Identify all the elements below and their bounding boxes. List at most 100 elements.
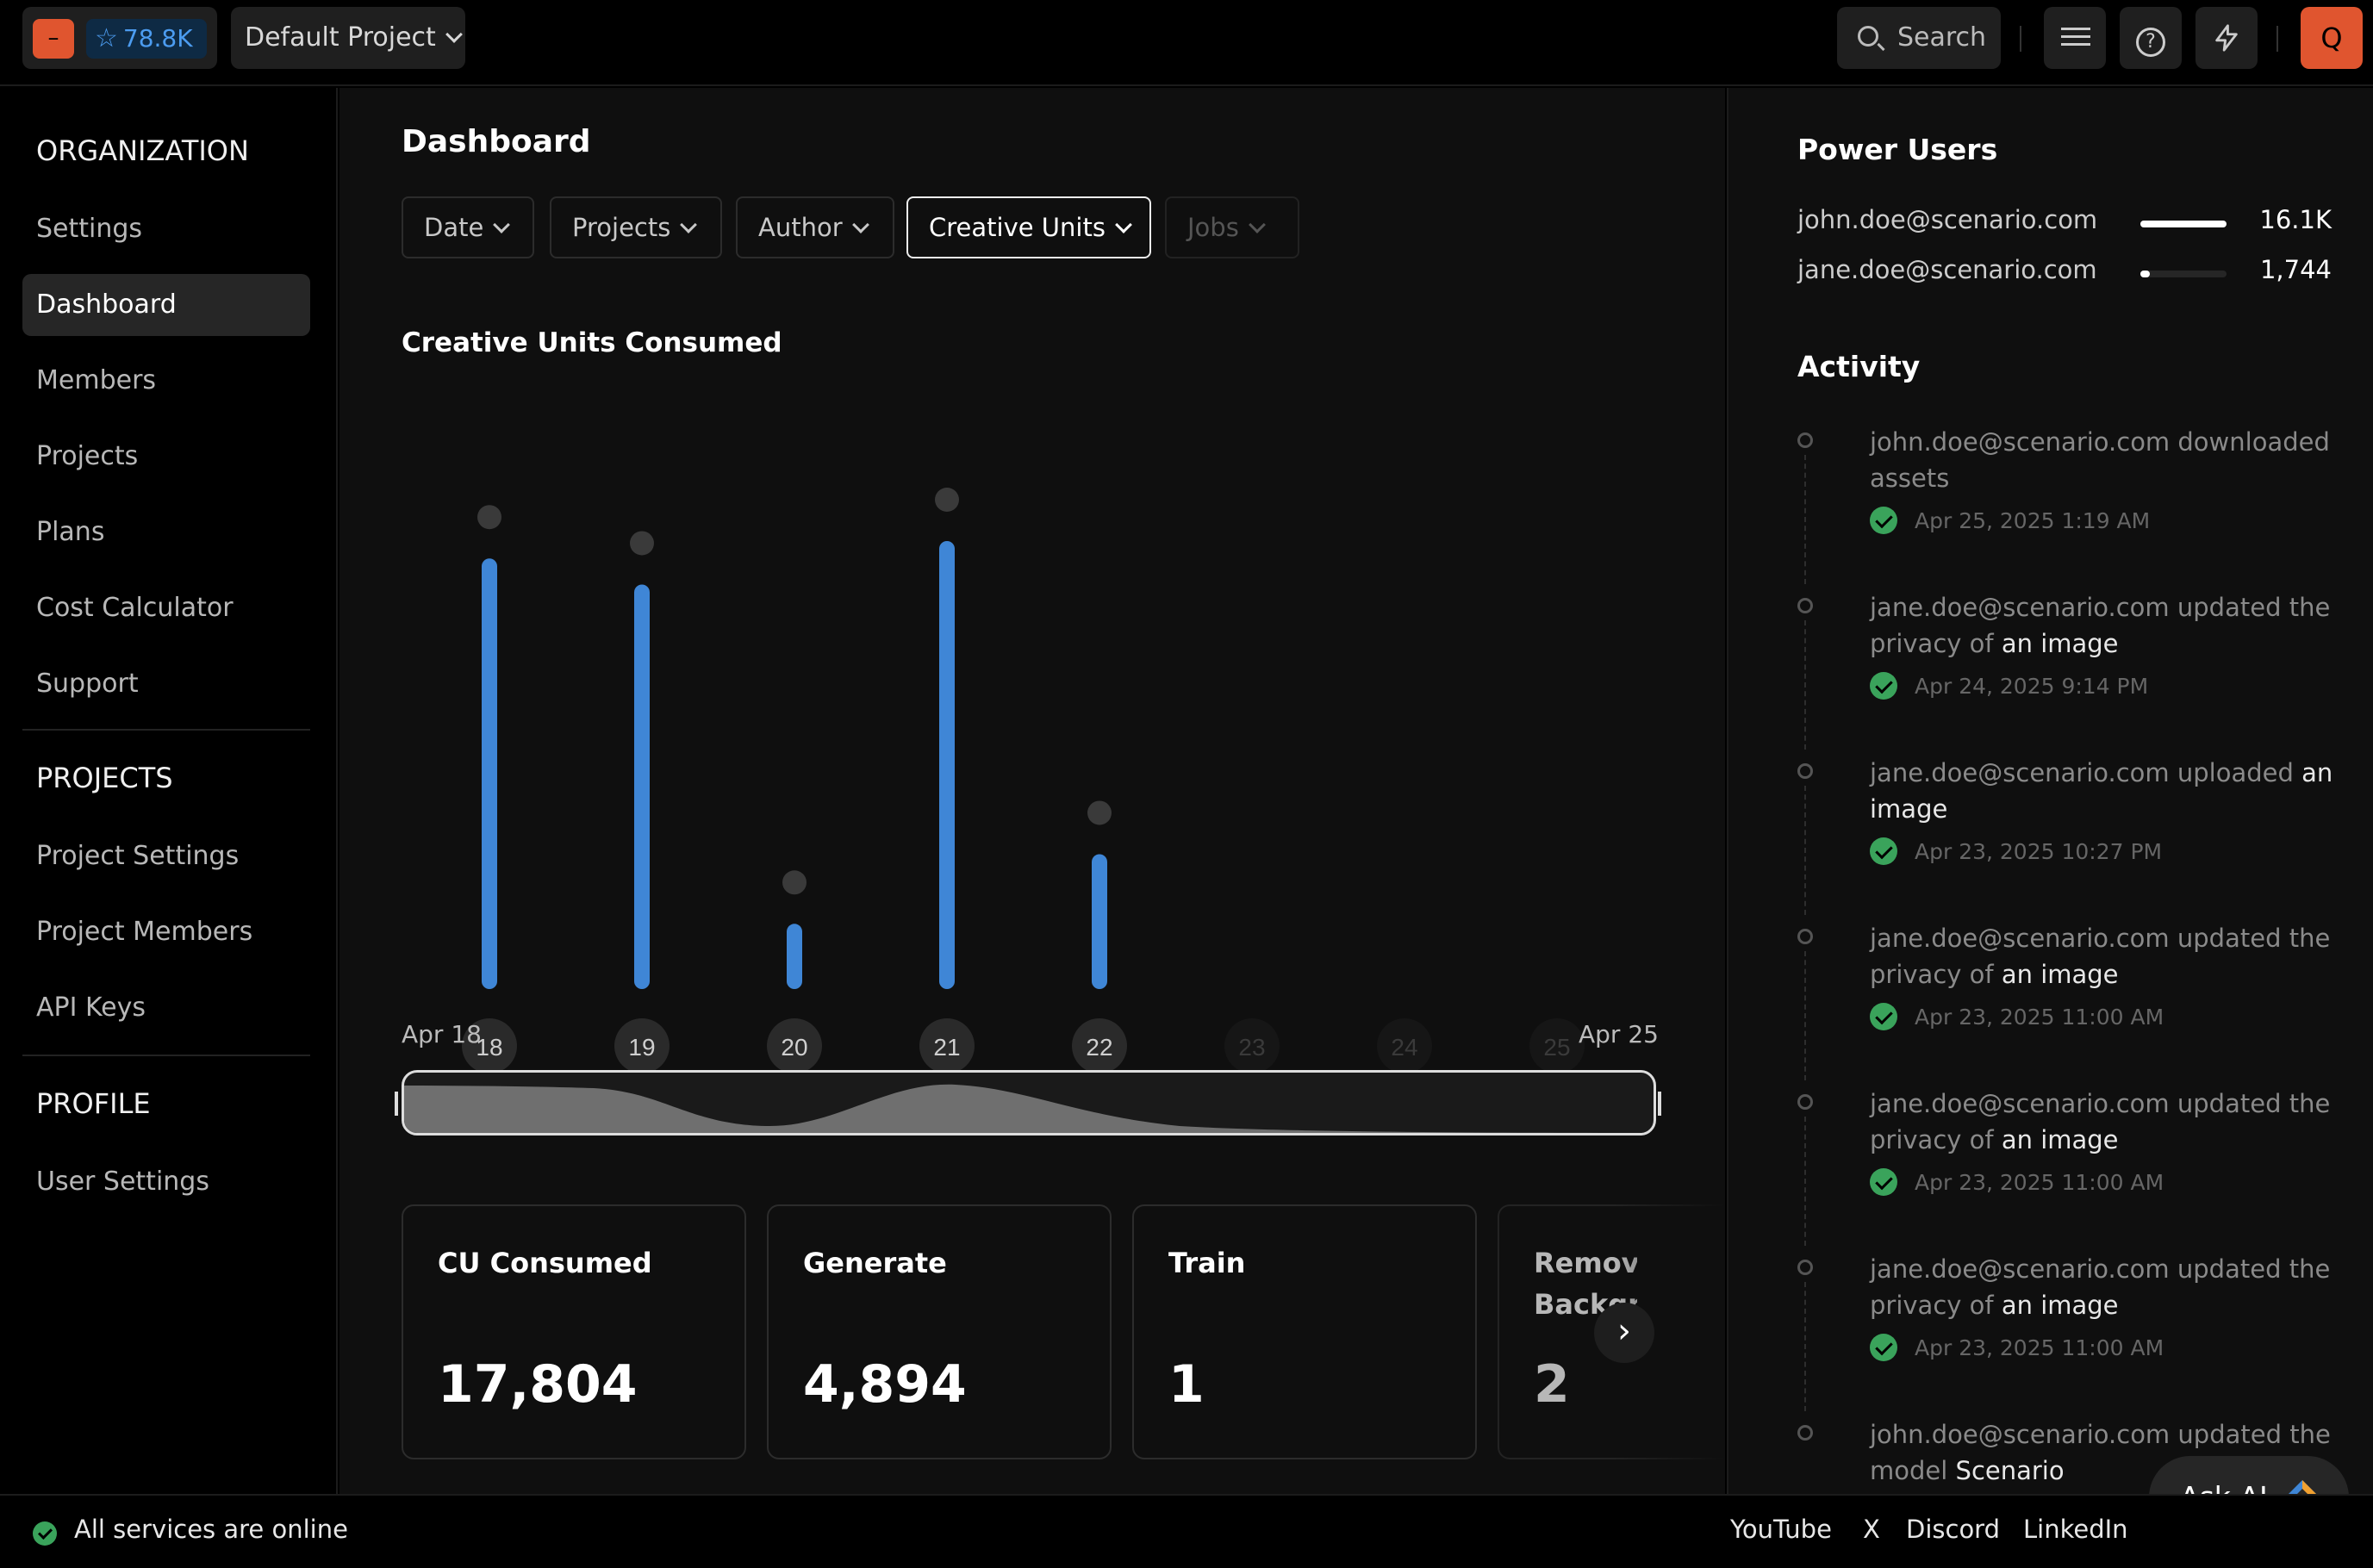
x-tick-label: 24 — [1391, 1034, 1417, 1061]
filter-projects[interactable]: Projects — [550, 196, 722, 258]
bar-18[interactable] — [482, 558, 497, 989]
project-selector[interactable]: Default Project — [231, 7, 465, 69]
filter-jobs: Jobs — [1165, 196, 1299, 258]
footer-link-x[interactable]: X — [1863, 1515, 1880, 1544]
status-text: All services are online — [74, 1515, 348, 1544]
filter-date[interactable]: Date — [402, 196, 534, 258]
date-range-brush[interactable] — [402, 1070, 1656, 1136]
avatar[interactable]: Q — [2301, 7, 2363, 69]
bar-marker-21 — [935, 488, 959, 512]
stat-card-value: 1 — [1168, 1354, 1205, 1415]
activity-text: jane.doe@scenario.com updated the privac… — [1870, 589, 2335, 662]
filter-author[interactable]: Author — [736, 196, 894, 258]
chevron-down-icon — [1248, 216, 1266, 233]
help-button[interactable]: ? — [2120, 7, 2182, 69]
power-user-bar — [2140, 221, 2227, 227]
power-user-row: john.doe@scenario.com 16.1K — [1797, 205, 2332, 243]
sidebar: ORGANIZATION Settings Dashboard Members … — [0, 88, 338, 1494]
sidebar-item-user-settings[interactable]: User Settings — [22, 1151, 310, 1213]
sidebar-item-plans[interactable]: Plans — [22, 501, 310, 563]
bar-marker-20 — [782, 870, 807, 895]
github-stars-badge[interactable]: ☆ 78.8K — [86, 19, 207, 59]
brush-handle-right[interactable] — [1658, 1092, 1661, 1116]
filter-label: Creative Units — [929, 213, 1106, 242]
timeline-connector — [1804, 786, 1806, 915]
sidebar-item-api-keys[interactable]: API Keys — [22, 977, 310, 1039]
activity-text: jane.doe@scenario.com uploaded an image — [1870, 755, 2335, 827]
changelog-button[interactable] — [2044, 7, 2106, 69]
search-button[interactable]: Search — [1837, 7, 2001, 69]
footer-link-youtube[interactable]: YouTube — [1730, 1515, 1832, 1544]
activity-timestamp: Apr 23, 2025 11:00 AM — [1915, 1005, 2164, 1030]
timeline-dot-icon — [1797, 1425, 1813, 1440]
filter-creative-units[interactable]: Creative Units — [906, 196, 1151, 258]
activity-object-link[interactable]: an image — [2002, 629, 2119, 658]
sidebar-item-dashboard[interactable]: Dashboard — [22, 274, 310, 336]
footer-link-linkedin[interactable]: LinkedIn — [2023, 1515, 2128, 1544]
power-users-title: Power Users — [1797, 133, 1998, 166]
sidebar-divider — [22, 729, 310, 731]
brush-handle-left[interactable] — [395, 1092, 398, 1116]
power-user-value: 16.1K — [2259, 205, 2332, 234]
activity-object-link[interactable]: an image — [2002, 960, 2119, 989]
sidebar-item-support[interactable]: Support — [22, 653, 310, 715]
timeline-dot-icon — [1797, 1094, 1813, 1110]
divider — [2276, 26, 2278, 52]
creative-units-chart: 18 19 20 21 22 23 24 25 — [462, 488, 1585, 1073]
timeline-dot-icon — [1797, 763, 1813, 779]
divider — [2020, 26, 2021, 52]
timeline-connector — [1804, 951, 1806, 1080]
carousel-next-button[interactable]: › — [1594, 1303, 1654, 1363]
star-icon: ☆ — [95, 23, 118, 53]
search-icon — [1858, 26, 1878, 47]
activity-text: jane.doe@scenario.com updated the privac… — [1870, 1251, 2335, 1323]
timeline-dot-icon — [1797, 1260, 1813, 1275]
page-title: Dashboard — [402, 124, 591, 159]
status-check-icon — [33, 1521, 57, 1546]
activity-object-link[interactable]: an image — [2002, 1291, 2119, 1320]
stat-card-train: Train 1 — [1132, 1204, 1477, 1459]
stat-card-value: 17,804 — [438, 1354, 638, 1415]
activity-timestamp: Apr 24, 2025 9:14 PM — [1915, 674, 2149, 699]
sidebar-item-cost-calculator[interactable]: Cost Calculator — [22, 577, 310, 639]
sidebar-item-projects[interactable]: Projects — [22, 426, 310, 488]
bar-21[interactable] — [939, 541, 955, 989]
chevron-down-icon — [1115, 216, 1132, 233]
stars-count: 78.8K — [122, 24, 193, 53]
brush-overview-area — [404, 1084, 1654, 1133]
lightning-icon — [2215, 24, 2238, 52]
projects-section-title: PROJECTS — [36, 762, 173, 794]
bar-19[interactable] — [634, 584, 650, 989]
quick-actions-button[interactable] — [2195, 7, 2258, 69]
activity-timestamp: Apr 25, 2025 1:19 AM — [1915, 508, 2151, 533]
power-user-row: jane.doe@scenario.com 1,744 — [1797, 255, 2332, 293]
timeline-connector — [1804, 1282, 1806, 1411]
sidebar-item-settings[interactable]: Settings — [22, 198, 310, 260]
activity-text: jane.doe@scenario.com updated the privac… — [1870, 920, 2335, 992]
timeline-connector — [1804, 1117, 1806, 1246]
sidebar-item-project-settings[interactable]: Project Settings — [22, 825, 310, 887]
chevron-down-icon — [680, 216, 698, 233]
bar-marker-18 — [477, 505, 501, 530]
chevron-down-icon — [493, 216, 511, 233]
activity-timestamp: Apr 23, 2025 11:00 AM — [1915, 1335, 2164, 1360]
bar-22[interactable] — [1092, 854, 1107, 989]
activity-title: Activity — [1797, 350, 1921, 383]
project-name: Default Project — [245, 22, 436, 53]
timeline-dot-icon — [1797, 598, 1813, 613]
footer-link-discord[interactable]: Discord — [1906, 1515, 2000, 1544]
activity-text: john.doe@scenario.com downloaded assets — [1870, 424, 2335, 496]
sidebar-item-project-members[interactable]: Project Members — [22, 901, 310, 963]
range-start-label: Apr 18 — [402, 1020, 482, 1048]
x-tick-label: 22 — [1086, 1034, 1112, 1061]
bar-20[interactable] — [787, 924, 802, 989]
activity-object-link[interactable]: Scenario — [1956, 1456, 2065, 1485]
stat-card-generate: Generate 4,894 — [767, 1204, 1112, 1459]
stat-card-title: Generate — [803, 1247, 947, 1279]
sidebar-item-members[interactable]: Members — [22, 350, 310, 412]
bar-marker-19 — [630, 531, 654, 556]
power-user-bar-fill — [2140, 221, 2227, 227]
power-user-bar-fill — [2140, 271, 2150, 277]
activity-object-link[interactable]: an image — [2002, 1125, 2119, 1154]
logo-icon[interactable]: – — [33, 19, 74, 59]
